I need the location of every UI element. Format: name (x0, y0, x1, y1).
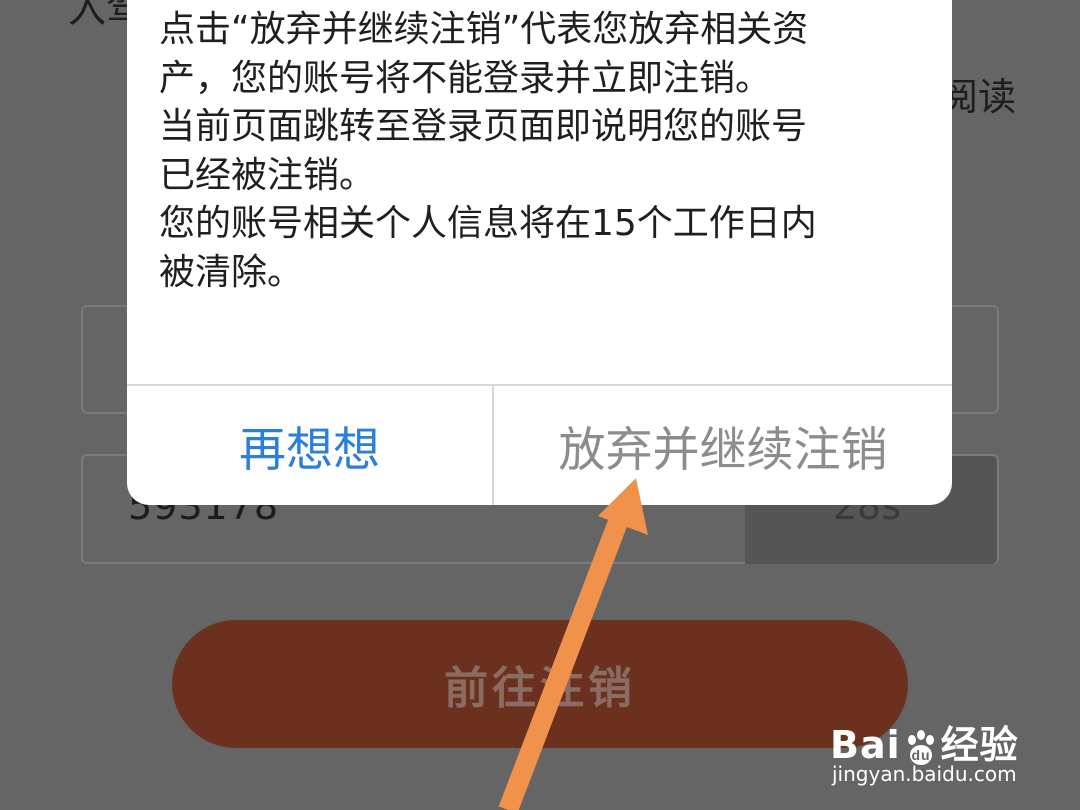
account-cancellation-screen: 入驾 阅读 593178 28s 前往注销 点击“放弃并继续注销”代表您放弃相关… (0, 0, 1080, 810)
watermark-logo-text-b: 经验 (940, 723, 1019, 767)
baidu-jingyan-watermark: Bai du 经验 jingyan.baidu.com (830, 700, 1070, 790)
watermark-url: jingyan.baidu.com (832, 762, 1017, 786)
watermark-logo: Bai du 经验 (830, 714, 1019, 769)
watermark-logo-text-a: Bai (830, 723, 901, 767)
svg-text:du: du (911, 747, 930, 763)
annotation-arrow-icon (498, 478, 648, 810)
